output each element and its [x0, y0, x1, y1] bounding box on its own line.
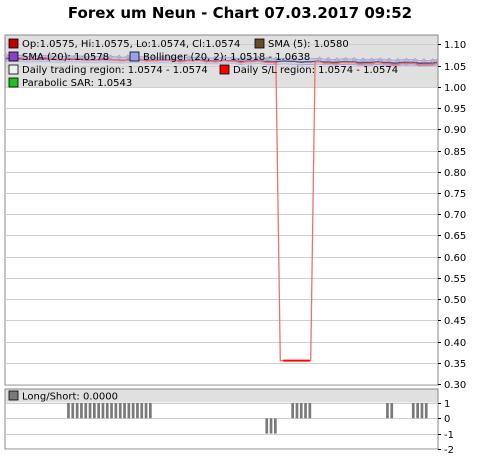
long-short-bar: [304, 403, 307, 419]
y-tick-label: 0.90: [444, 125, 466, 136]
long-short-bar: [299, 403, 303, 419]
price-y-axis: 1.10 1.05 1.00 0.95 0.90 0.85 0.80 0.75 0.70 0.65…: [438, 40, 466, 391]
legend-trading-region: Daily trading region: 1.0574 - 1.0574: [22, 65, 208, 76]
long-short-bar: [105, 403, 109, 419]
y-tick-label: 0: [444, 414, 450, 425]
legend-bollinger-swatch: [129, 51, 140, 62]
long-short-bar: [424, 403, 428, 419]
long-short-bar: [295, 403, 299, 419]
legend-sma5-swatch: [254, 38, 265, 49]
long-short-bar: [420, 403, 424, 419]
y-tick-label: 0.40: [444, 338, 466, 349]
y-tick-label: 0.35: [444, 359, 466, 370]
legend-parabolic-sar: Parabolic SAR: 1.0543: [22, 78, 132, 89]
long-short-bar: [97, 403, 100, 419]
legend-sma20-swatch: [8, 51, 19, 62]
long-short-bar: [386, 403, 389, 419]
long-short-bar: [93, 403, 96, 419]
legend-sma20: SMA (20): 1.0578: [22, 52, 109, 63]
y-tick-label: 0.95: [444, 104, 466, 115]
long-short-bar: [80, 403, 83, 419]
y-tick-label: 1: [444, 399, 450, 410]
long-short-bar: [274, 418, 277, 434]
long-short-y-axis: 1 0 -1 -2: [438, 399, 454, 456]
long-short-bar: [118, 403, 122, 419]
long-short-bar: [131, 403, 135, 419]
long-short-bar: [110, 403, 113, 419]
forex-chart: 1.10 1.05 1.00 0.95 0.90 0.85 0.80 0.75 0.70 0.65…: [3, 34, 466, 456]
legend-longshort-swatch: [8, 390, 19, 401]
y-tick-label: 0.85: [444, 147, 466, 158]
legend-bollinger: Bollinger (20, 2): 1.0518 - 1.0638: [143, 52, 310, 63]
long-short-bar: [75, 403, 79, 419]
y-tick-label: 1.00: [444, 83, 466, 94]
long-short-bar: [308, 403, 312, 419]
long-short-bar: [127, 403, 131, 419]
long-short-bar: [269, 418, 273, 434]
y-tick-label: 0.60: [444, 253, 466, 264]
long-short-bar: [84, 403, 88, 419]
y-tick-label: 0.50: [444, 295, 466, 306]
y-tick-label: 0.30: [444, 380, 466, 391]
long-short-bar: [88, 403, 92, 419]
y-tick-label: -2: [444, 445, 454, 456]
legend-ohlc: Op:1.0575, Hi:1.0575, Lo:1.0574, Cl:1.05…: [22, 39, 240, 50]
long-short-bar: [149, 403, 152, 419]
legend-ohlc-swatch: [8, 38, 19, 49]
y-tick-label: -1: [444, 430, 454, 441]
long-short-bar: [67, 403, 70, 419]
legend-trading-region-swatch: [8, 64, 19, 75]
long-short-bar: [101, 403, 105, 419]
y-tick-label: 1.05: [444, 62, 466, 73]
long-short-bar: [291, 403, 294, 419]
y-tick-label: 0.80: [444, 168, 466, 179]
long-short-bar: [140, 403, 144, 419]
legend-sma5: SMA (5): 1.0580: [268, 39, 349, 50]
y-tick-label: 0.45: [444, 316, 466, 327]
y-tick-label: 0.75: [444, 189, 466, 200]
y-tick-label: 0.55: [444, 274, 466, 285]
long-short-bar: [136, 403, 139, 419]
long-short-bar: [144, 403, 148, 419]
long-short-bar: [416, 403, 419, 419]
y-tick-label: 1.10: [444, 40, 466, 51]
y-tick-label: 0.65: [444, 231, 466, 242]
legend-sl-region-swatch: [219, 64, 230, 75]
legend-sar-swatch: [8, 77, 19, 88]
y-tick-label: 0.70: [444, 210, 466, 221]
long-short-bar: [114, 403, 118, 419]
long-short-bar: [411, 403, 415, 419]
long-short-bar: [123, 403, 126, 419]
long-short-bar: [265, 418, 269, 434]
legend-sl-region: Daily S/L region: 1.0574 - 1.0574: [233, 65, 398, 76]
legend-longshort: Long/Short: 0.0000: [22, 392, 118, 403]
long-short-bar: [71, 403, 75, 419]
long-short-bar: [390, 403, 394, 419]
